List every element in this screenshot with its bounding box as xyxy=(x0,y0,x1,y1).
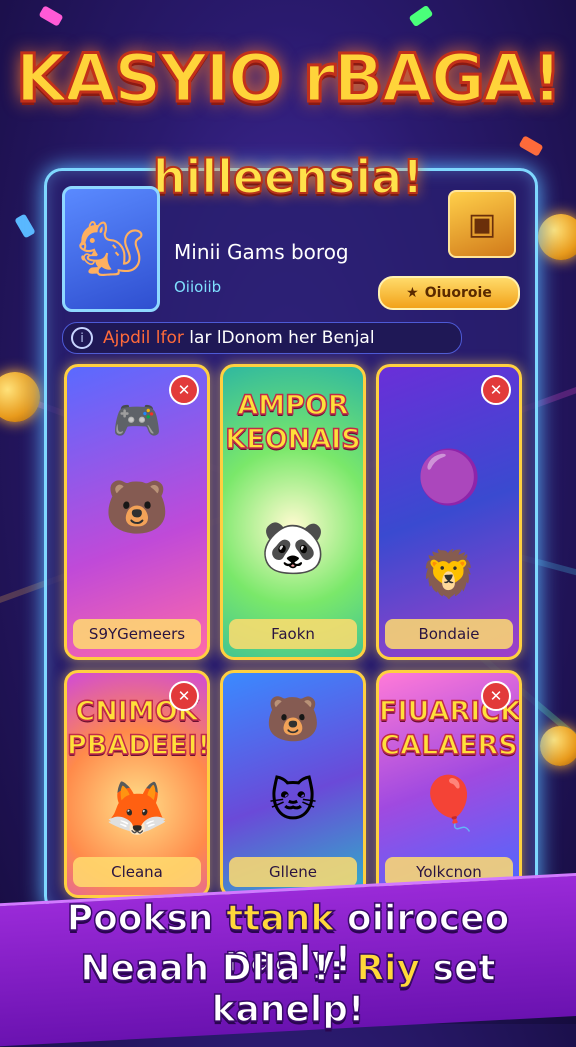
lion-mascot-icon: 🦁 xyxy=(420,547,478,601)
panda-mascot-icon: 🐼 xyxy=(260,518,326,578)
promo-banner-line-2: Neaah Dlla !: Riy set kanelp! xyxy=(0,947,576,1031)
coin-icon xyxy=(540,726,576,766)
banner-text: Neaah Dlla !: xyxy=(80,947,345,990)
avatar[interactable]: 🐿 xyxy=(62,186,160,312)
info-icon: i xyxy=(71,327,93,349)
game-card[interactable]: AMPOR KEONAIS 🐼 Faokn xyxy=(220,364,366,660)
game-card[interactable]: 🟣 🦁 ✕ Bondaie xyxy=(376,364,522,660)
game-card-label: Faokn xyxy=(229,619,357,649)
squirrel-mascot-icon: 🐿 xyxy=(76,217,146,280)
close-icon[interactable]: ✕ xyxy=(169,681,199,711)
game-card-label: Gllene xyxy=(229,857,357,887)
cat-mascot-icon: 🐱 xyxy=(269,773,317,827)
game-card[interactable]: 🐻 🐱 Gllene xyxy=(220,670,366,898)
header-subtitle: Oiioiib xyxy=(174,278,222,296)
balloons-icon: 🎈 xyxy=(416,774,482,834)
reward-button[interactable]: ★ Oiuoroie xyxy=(378,276,520,310)
notice-bar[interactable]: i Ajpdil lfor lar lDonom her Benjal xyxy=(62,322,462,354)
game-card[interactable]: 🐻 🎮 ✕ S9YGemeers xyxy=(64,364,210,660)
notice-prefix: Ajpdil lfor xyxy=(103,328,184,348)
bear-mascot-icon: 🐻 xyxy=(104,478,170,538)
fox-mascot-icon: 🦊 xyxy=(104,779,170,839)
game-card-headline: AMPOR KEONAIS xyxy=(225,389,362,456)
header-title: Minii Gams borog xyxy=(174,240,349,264)
smiling-orb-icon: 🟣 xyxy=(416,448,482,508)
close-icon[interactable]: ✕ xyxy=(481,681,511,711)
banner-text-highlight: ttank xyxy=(225,897,335,940)
close-icon[interactable]: ✕ xyxy=(169,375,199,405)
star-icon: ★ xyxy=(406,285,419,301)
game-card-label: Bondaie xyxy=(385,619,513,649)
game-card-label: Cleana xyxy=(73,857,201,887)
treasure-chest-icon[interactable]: ▣ xyxy=(448,190,516,258)
profile-header: 🐿 Minii Gams borog Oiioiib ▣ ★ Oiuoroie xyxy=(62,186,524,312)
game-card[interactable]: CNIMOK PBADEEI! 🦊 ✕ Cleana xyxy=(64,670,210,898)
notice-text: lar lDonom her Benjal xyxy=(189,328,375,348)
banner-text-highlight: Riy xyxy=(356,947,421,990)
game-title: KASYIO rBAGA! xyxy=(14,39,563,119)
game-card-label: S9YGemeers xyxy=(73,619,201,649)
reward-button-label: Oiuoroie xyxy=(424,285,492,301)
bear-mascot-icon: 🐻 xyxy=(265,694,321,745)
banner-text: Pooksn xyxy=(66,897,214,940)
game-card[interactable]: FIUARICK CALAERS 🎈 ✕ Yolkcnon xyxy=(376,670,522,898)
close-icon[interactable]: ✕ xyxy=(481,375,511,405)
coin-icon xyxy=(538,214,576,260)
